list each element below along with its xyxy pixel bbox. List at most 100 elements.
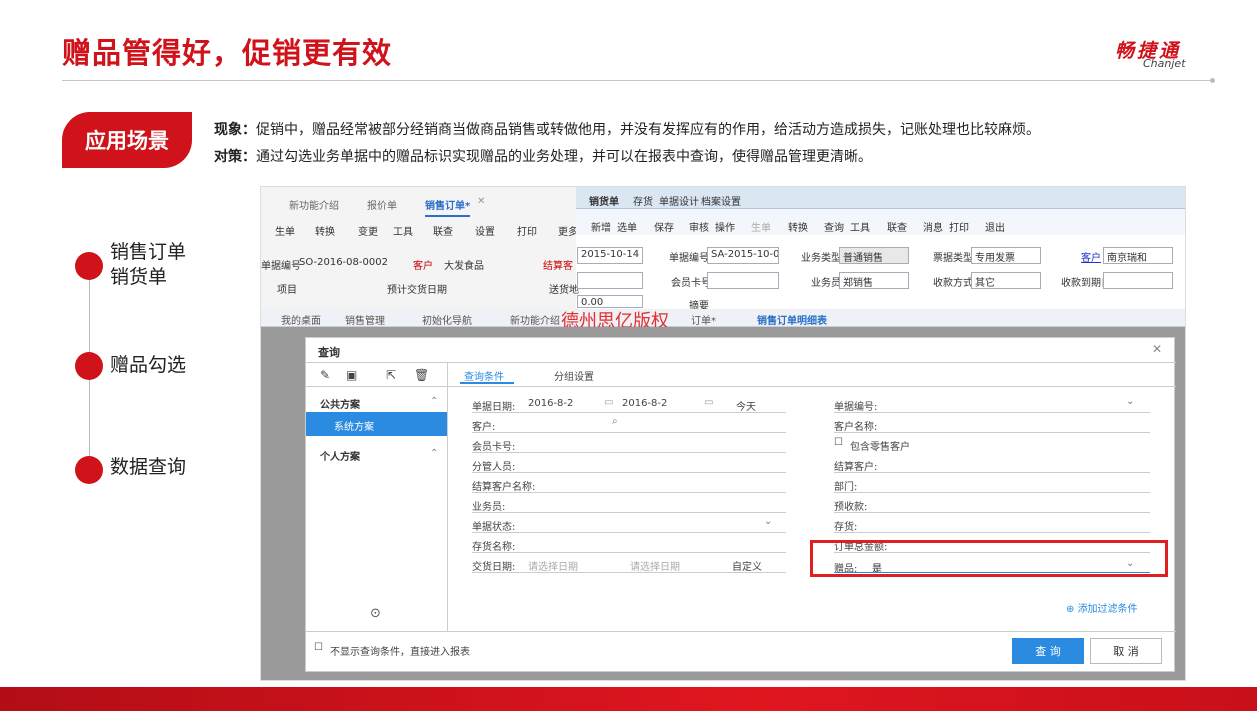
tab-group-settings[interactable]: 分组设置 [554, 368, 594, 383]
save-icon[interactable]: ▣ [346, 368, 357, 382]
filter-salesman-label: 业务员: [472, 502, 506, 513]
sale-biz-field[interactable]: 普通销售 [839, 247, 909, 264]
add-filter-link[interactable]: ⊕ 添加过滤条件 [1066, 600, 1138, 615]
tab-sales-delivery[interactable]: 销货单 [589, 193, 619, 208]
sale-recv-field[interactable]: 其它 [971, 272, 1041, 289]
chevron-down-icon[interactable]: ⌄ [1126, 558, 1134, 569]
rt-save[interactable]: 保存 [654, 219, 674, 234]
collapse-icon[interactable]: ⊙ [370, 606, 381, 621]
filter-customer-label: 客户: [472, 422, 496, 433]
btab-order[interactable]: 订单* [691, 312, 716, 327]
tab-sales-order[interactable]: 销售订单* [425, 197, 471, 217]
sale-customer-field[interactable]: 南京瑞和 [1103, 247, 1173, 264]
sale-blank-field[interactable] [577, 272, 643, 289]
chevron-down-icon[interactable]: ⌄ [1126, 396, 1134, 407]
filter-date-preset[interactable]: 今天 [736, 398, 756, 413]
filter-dept-label: 部门: [834, 482, 858, 493]
toolbar-print[interactable]: 打印 [517, 223, 537, 238]
step-gift-check: 赠品勾选 [110, 354, 187, 376]
sale-invoice-label: 票据类型 [933, 253, 973, 264]
filter-member-label: 会员卡号: [472, 442, 516, 453]
chevron-up-icon[interactable]: ⌃ [430, 396, 438, 407]
rt-audit[interactable]: 审核 [689, 219, 709, 234]
btab-desktop[interactable]: 我的桌面 [281, 312, 321, 327]
btab-order-detail[interactable]: 销售订单明细表 [757, 312, 827, 327]
rt-print[interactable]: 打印 [949, 219, 969, 234]
order-customer-label: 客户 [413, 261, 433, 272]
private-plan-label[interactable]: 个人方案 [320, 448, 360, 463]
edit-icon[interactable]: ✎ [320, 368, 330, 382]
filter-settle-label: 结算客户: [834, 462, 878, 473]
toolbar-link[interactable]: 联查 [433, 223, 453, 238]
system-plan-item[interactable]: 系统方案 [334, 418, 374, 433]
filter-delivery-preset[interactable]: 自定义 [732, 558, 762, 573]
toolbar-more[interactable]: 更多 [558, 223, 578, 238]
calendar-icon[interactable]: ▭ [604, 397, 613, 408]
rt-exit[interactable]: 退出 [985, 219, 1005, 234]
filter-settle-name-label: 结算客户名称: [472, 482, 536, 493]
sale-member-label: 会员卡号 [671, 278, 711, 289]
toolbar-convert[interactable]: 转换 [315, 223, 335, 238]
filter-date-to[interactable]: 2016-8-2 [622, 398, 667, 409]
no-show-checkbox[interactable]: ☐ [314, 642, 323, 653]
sale-biz-label: 业务类型 [801, 253, 841, 264]
sale-no-label: 单据编号 [669, 253, 709, 264]
tab-archive-settings[interactable]: 档案设置 [701, 193, 741, 208]
filter-doc-date-label: 单据日期: [472, 402, 516, 413]
btab-new-features[interactable]: 新功能介绍 [510, 312, 560, 327]
order-customer-value: 大发食品 [444, 261, 484, 272]
toolbar-change[interactable]: 变更 [358, 223, 378, 238]
chevron-down-icon[interactable]: ⌄ [764, 516, 772, 527]
rt-tools[interactable]: 工具 [850, 219, 870, 234]
sale-salesman-label: 业务员 [811, 278, 841, 289]
tab-new-features[interactable]: 新功能介绍 [289, 197, 339, 212]
rt-link[interactable]: 联查 [887, 219, 907, 234]
cancel-button[interactable]: 取 消 [1090, 638, 1162, 664]
sale-no-field[interactable]: SA-2015-10-0001 [707, 247, 779, 264]
sale-customer-label[interactable]: 客户 [1081, 249, 1101, 264]
btab-sales-mgmt[interactable]: 销售管理 [345, 312, 385, 327]
no-show-label: 不显示查询条件，直接进入报表 [330, 647, 470, 658]
timeline-dot [75, 352, 103, 380]
retail-checkbox[interactable]: ☐ [834, 437, 843, 448]
sale-recv-label: 收款方式 [933, 278, 973, 289]
delete-icon[interactable]: 🗑 [414, 368, 429, 382]
sale-date-field[interactable]: 2015-10-14 [577, 247, 643, 264]
filter-date-from[interactable]: 2016-8-2 [528, 398, 573, 409]
sale-salesman-field[interactable]: 郑销售 [839, 272, 909, 289]
tab-doc-design[interactable]: 单据设计 [659, 193, 699, 208]
rt-operate[interactable]: 操作 [715, 219, 735, 234]
filter-delivery-from[interactable]: 请选择日期 [528, 558, 578, 573]
rt-query[interactable]: 查询 [824, 219, 844, 234]
tab-quote[interactable]: 报价单 [367, 197, 397, 212]
sale-member-field[interactable] [707, 272, 779, 289]
tab-inventory[interactable]: 存货 [633, 193, 653, 208]
order-item-label: 项目 [277, 285, 297, 296]
order-no-label: 单据编号 [261, 261, 301, 272]
public-plan-label[interactable]: 公共方案 [320, 396, 360, 411]
rt-message[interactable]: 消息 [923, 219, 943, 234]
rt-select[interactable]: 选单 [617, 219, 637, 234]
toolbar-settings[interactable]: 设置 [475, 223, 495, 238]
toolbar-generate[interactable]: 生单 [275, 223, 295, 238]
query-button[interactable]: 查 询 [1012, 638, 1084, 664]
order-delivery-label: 预计交货日期 [387, 285, 447, 296]
calendar-icon[interactable]: ▭ [704, 397, 713, 408]
btab-init-nav[interactable]: 初始化导航 [422, 312, 472, 327]
rt-new[interactable]: 新增 [591, 219, 611, 234]
search-icon[interactable]: ⌕ [612, 416, 618, 427]
rt-generate[interactable]: 生单 [751, 219, 771, 234]
rt-convert[interactable]: 转换 [788, 219, 808, 234]
tab-query-conditions[interactable]: 查询条件 [464, 368, 504, 383]
sale-recvdate-field[interactable] [1103, 272, 1173, 289]
add-filter-label: 添加过滤条件 [1077, 604, 1138, 615]
phenomenon-text: 促销中，赠品经常被部分经销商当做商品销售或转做他用，并没有发挥应有的作用，给活动… [256, 122, 1040, 138]
filter-delivery-to[interactable]: 请选择日期 [630, 558, 680, 573]
close-icon[interactable]: ✕ [477, 196, 485, 207]
chevron-up-icon[interactable]: ⌃ [430, 448, 438, 459]
strategy-line: 对策：通过勾选业务单据中的赠品标识实现赠品的业务处理，并可以在报表中查询，使得赠… [214, 146, 872, 166]
sale-invoice-field[interactable]: 专用发票 [971, 247, 1041, 264]
dialog-close-icon[interactable]: ✕ [1152, 342, 1162, 356]
export-icon[interactable]: ⇱ [386, 368, 396, 382]
toolbar-tools[interactable]: 工具 [393, 223, 413, 238]
